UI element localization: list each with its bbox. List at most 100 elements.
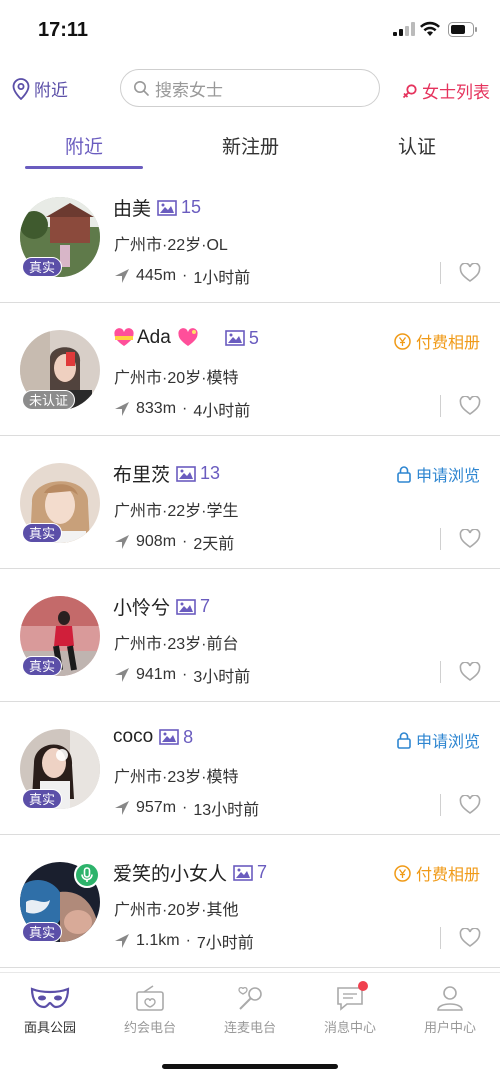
photo-album-icon [176, 598, 196, 615]
photo-count: 15 [181, 197, 202, 217]
separator: · [182, 666, 188, 683]
mask-icon [30, 987, 70, 1009]
nav-mask-park[interactable]: 面具公园 [0, 983, 100, 1036]
navigation-arrow-icon [115, 801, 129, 815]
user-name: 小怜兮 [113, 598, 171, 619]
photo-album-icon [233, 864, 253, 881]
list-item[interactable]: 真实 由美 15 广州市·22岁·OL 445m · 1小时前 [0, 170, 500, 303]
divider [440, 661, 441, 683]
nav-voice-radio[interactable]: 连麦电台 [200, 983, 300, 1036]
tab-bar: 附近 新注册 认证 [0, 122, 500, 172]
distance: 1.1km [136, 932, 180, 949]
nav-message-center[interactable]: 消息中心 [300, 981, 400, 1036]
user-icon [437, 986, 463, 1011]
distance: 833m [136, 400, 177, 417]
nav-label: 连麦电台 [223, 1020, 276, 1035]
distance: 445m [136, 267, 177, 284]
yen-coin-icon [394, 332, 411, 350]
lady-list-label: 女士列表 [422, 83, 490, 102]
verified-badge: 真实 [22, 789, 63, 809]
search-placeholder: 搜索女士 [155, 80, 223, 100]
verified-badge: 真实 [22, 922, 63, 942]
last-active: 1小时前 [193, 270, 251, 287]
separator: · [182, 400, 188, 417]
last-active: 4小时前 [193, 403, 251, 420]
last-active: 7小时前 [196, 935, 254, 952]
nav-label: 面具公园 [23, 1020, 76, 1035]
paid-album-label: 付费相册 [415, 867, 480, 884]
user-name: 由美 [113, 199, 152, 220]
heart-icon[interactable] [459, 263, 481, 283]
separator: · [182, 799, 188, 816]
photo-count: 8 [183, 726, 194, 747]
navigation-arrow-icon [115, 535, 129, 549]
female-symbol-icon [402, 83, 417, 98]
navigation-arrow-icon [115, 668, 129, 682]
nearby-label: 附近 [34, 81, 68, 100]
status-time: 17:11 [38, 19, 89, 41]
photo-count: 7 [200, 596, 211, 616]
lady-list-button[interactable]: 女士列表 [402, 78, 490, 103]
last-active: 2天前 [193, 536, 235, 553]
list-item[interactable]: 真实 coco 8 申请浏览 广州市·23岁·模特 957m · 13小时前 [0, 702, 500, 835]
distance: 941m [136, 666, 177, 683]
top-bar: 附近 搜索女士 女士列表 [0, 66, 500, 110]
divider [440, 395, 441, 417]
paid-album-button[interactable]: 付费相册 [394, 861, 480, 885]
verified-badge: 真实 [22, 257, 63, 277]
verified-badge: 真实 [22, 523, 63, 543]
user-name: coco [113, 726, 154, 747]
distance: 957m [136, 799, 177, 816]
navigation-arrow-icon [115, 402, 129, 416]
navigation-arrow-icon [115, 269, 129, 283]
list-item[interactable]: 真实 爱笑的小女人 7 付费相册 广州市·20岁·其他 1.1km · 7小时前 [0, 835, 500, 968]
photo-album-icon [157, 199, 177, 216]
nav-dating-radio[interactable]: 约会电台 [100, 983, 200, 1036]
nearby-location-button[interactable]: 附近 [12, 76, 68, 101]
divider [440, 262, 441, 284]
user-name: 布里茨 [113, 465, 171, 486]
heart-icon[interactable] [459, 396, 481, 416]
lock-icon [397, 731, 411, 749]
radio-icon [136, 985, 164, 1011]
user-info: 广州市·22岁·OL [114, 237, 228, 254]
sparkling-heart-icon [177, 328, 199, 348]
user-info: 广州市·23岁·前台 [114, 636, 239, 653]
user-list: 真实 由美 15 广州市·22岁·OL 445m · 1小时前 未认证 Ada … [0, 170, 500, 968]
navigation-arrow-icon [115, 934, 129, 948]
last-active: 13小时前 [193, 802, 260, 819]
photo-count: 13 [200, 463, 221, 483]
heart-icon[interactable] [459, 928, 481, 948]
user-name: Ada [137, 327, 171, 348]
request-view-button[interactable]: 申请浏览 [397, 462, 480, 486]
unread-dot [358, 981, 368, 991]
list-item[interactable]: 真实 布里茨 13 申请浏览 广州市·22岁·学生 908m · 2天前 [0, 436, 500, 569]
location-pin-icon [12, 77, 30, 100]
heart-icon[interactable] [459, 529, 481, 549]
microphone-icon [238, 986, 262, 1010]
photo-album-icon [176, 465, 196, 482]
tab-new-register[interactable]: 新注册 [222, 132, 279, 159]
paid-album-button[interactable]: 付费相册 [394, 329, 480, 353]
bottom-navigation: 面具公园 约会电台 连麦电台 消息中心 用户中心 [0, 972, 500, 1047]
tab-nearby[interactable]: 附近 [65, 132, 103, 159]
user-info: 广州市·20岁·其他 [114, 902, 239, 919]
search-input[interactable]: 搜索女士 [120, 69, 380, 107]
nav-user-center[interactable]: 用户中心 [400, 983, 500, 1036]
unverified-badge: 未认证 [22, 390, 76, 410]
photo-count: 5 [248, 327, 259, 348]
photo-album-icon [159, 729, 179, 745]
separator: · [182, 267, 188, 284]
nav-label: 约会电台 [123, 1020, 176, 1035]
list-item[interactable]: 真实 小怜兮 7 广州市·23岁·前台 941m · 3小时前 [0, 569, 500, 702]
heart-icon[interactable] [459, 795, 481, 815]
request-view-button[interactable]: 申请浏览 [397, 728, 480, 752]
heart-icon[interactable] [459, 662, 481, 682]
list-item[interactable]: 未认证 Ada 5 付费相册 广州市·20岁·模特 833m · 4小时前 [0, 303, 500, 436]
photo-count: 7 [257, 862, 268, 882]
divider [440, 927, 441, 949]
tab-verified[interactable]: 认证 [398, 132, 436, 159]
wifi-icon [420, 21, 440, 36]
separator: · [182, 533, 188, 550]
status-bar: 17:11 [0, 0, 500, 62]
